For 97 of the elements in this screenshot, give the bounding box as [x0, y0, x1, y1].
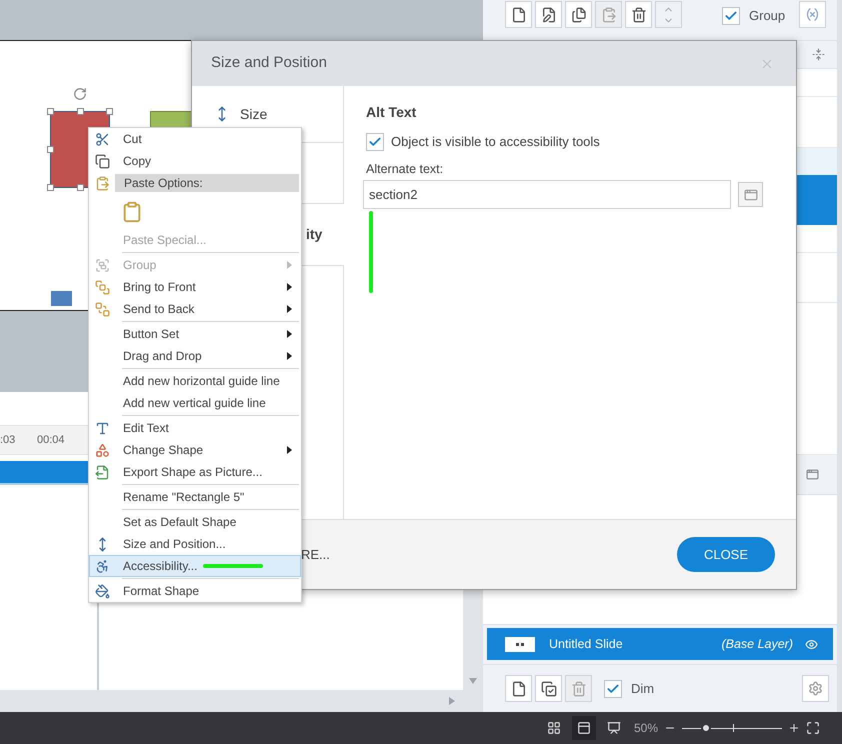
- submenu-arrow-icon: [287, 352, 292, 360]
- menu-header: Paste Options:: [115, 174, 299, 192]
- menu-item[interactable]: Bring to Front: [89, 276, 301, 298]
- scissors-icon: [95, 132, 110, 146]
- clipboard-icon: [94, 176, 110, 190]
- layer-tag: (Base Layer): [721, 634, 793, 654]
- presenter-icon: [606, 721, 621, 735]
- page-icon: [510, 680, 526, 696]
- nav-heading: ity: [306, 225, 322, 244]
- eye-icon[interactable]: [804, 638, 818, 650]
- check-icon: [368, 134, 382, 149]
- text-icon: [95, 420, 110, 436]
- resize-handle[interactable]: [47, 146, 54, 153]
- toolbar-button[interactable]: [505, 1, 532, 28]
- scroll-right-icon[interactable]: [449, 697, 455, 705]
- edit-page-icon: [540, 6, 556, 22]
- window-icon[interactable]: [806, 468, 819, 481]
- checkbox[interactable]: [366, 132, 384, 151]
- slide-view-icon: [576, 721, 591, 735]
- menu-item[interactable]: Format Shape: [89, 580, 301, 602]
- menu-item[interactable]: Drag and Drop: [89, 345, 301, 367]
- settings-button[interactable]: [802, 675, 829, 702]
- resize-handle[interactable]: [77, 184, 84, 191]
- menu-item[interactable]: Change Shape: [89, 439, 301, 461]
- field-label: Alternate text:: [366, 160, 444, 178]
- dialog-title: Size and Position: [211, 53, 327, 74]
- rotate-handle-icon[interactable]: [73, 87, 87, 101]
- submenu-arrow-icon: [287, 283, 292, 291]
- toolbar-button[interactable]: [565, 1, 592, 28]
- menu-item[interactable]: Edit Text: [89, 417, 301, 439]
- paste-icon: [600, 6, 616, 22]
- menu-item[interactable]: Rename "Rectangle 5": [89, 486, 301, 508]
- check-icon: [724, 8, 738, 23]
- checkbox-label: Group: [749, 7, 786, 25]
- resize-handle[interactable]: [77, 108, 84, 115]
- toolbar-button[interactable]: [535, 675, 562, 702]
- check-icon: [606, 682, 620, 696]
- layer-name: Untitled Slide: [549, 636, 624, 653]
- variables-button[interactable]: [799, 1, 826, 28]
- resize-handle[interactable]: [47, 184, 54, 191]
- copy-icon: [95, 154, 110, 168]
- menu-item[interactable]: Add new vertical guide line: [89, 392, 301, 414]
- time-label: 00:04: [37, 432, 65, 448]
- menu-item[interactable]: Export Shape as Picture...: [89, 461, 301, 483]
- checkbox[interactable]: [604, 680, 622, 698]
- variable-icon: [805, 7, 820, 22]
- footer-text: RE...: [301, 546, 330, 564]
- view-button[interactable]: [572, 716, 596, 740]
- duplicate-icon: [570, 6, 586, 22]
- toolbar-button[interactable]: [505, 675, 532, 702]
- time-label: :03: [0, 432, 16, 448]
- slider-thumb[interactable]: [701, 723, 711, 733]
- menu-item[interactable]: Accessibility...: [89, 555, 301, 577]
- submenu-arrow-icon: [287, 305, 292, 313]
- settings-icon: [808, 681, 823, 696]
- zoom-slider[interactable]: [682, 722, 782, 734]
- accessibility-icon: [95, 558, 110, 574]
- export-icon: [95, 464, 110, 480]
- duplicate-icon: [540, 680, 556, 696]
- checkbox-label: Object is visible to accessibility tools: [391, 133, 600, 151]
- zoom-in-icon[interactable]: [788, 722, 800, 734]
- grid-icon: [546, 721, 561, 735]
- menu-item[interactable]: Add new horizontal guide line: [89, 370, 301, 392]
- bring-to-front-icon: [95, 280, 110, 294]
- clipboard-icon: [121, 200, 143, 222]
- image-button[interactable]: [738, 182, 763, 208]
- submenu-arrow-icon: [287, 446, 292, 454]
- resize-handle[interactable]: [47, 108, 54, 115]
- checkbox-label: Dim: [631, 680, 654, 698]
- trash-icon: [630, 6, 646, 22]
- page-icon: [510, 6, 526, 22]
- zoom-level: 50%: [634, 720, 658, 737]
- close-button[interactable]: CLOSE: [677, 537, 775, 572]
- section-title: Alt Text: [366, 103, 418, 120]
- alt-text-field[interactable]: section2: [363, 180, 731, 210]
- send-to-back-icon: [95, 302, 110, 316]
- layer-row[interactable]: Untitled Slide (Base Layer): [487, 628, 833, 660]
- resize-handle[interactable]: [106, 108, 113, 115]
- submenu-arrow-icon: [287, 330, 292, 338]
- scroll-down-icon[interactable]: [469, 678, 477, 684]
- menu-item[interactable]: Copy: [89, 150, 301, 172]
- shapes-icon: [95, 442, 110, 458]
- paint-bucket-icon: [95, 584, 110, 598]
- toolbar-button[interactable]: [625, 1, 652, 28]
- collapse-icon[interactable]: [812, 48, 825, 61]
- menu-item[interactable]: Set as Default Shape: [89, 511, 301, 533]
- fit-icon[interactable]: [806, 721, 820, 735]
- menu-item[interactable]: Send to Back: [89, 298, 301, 320]
- horizontal-scrollbar[interactable]: [0, 690, 483, 712]
- slide-thumbnail: [505, 636, 535, 652]
- submenu-arrow-icon: [287, 261, 292, 269]
- checkbox[interactable]: [722, 6, 740, 25]
- toolbar-button[interactable]: [535, 1, 562, 28]
- group-icon: [95, 258, 110, 272]
- menu-item[interactable]: Size and Position...: [89, 533, 301, 555]
- menu-item[interactable]: Button Set: [89, 323, 301, 345]
- trash-icon: [570, 680, 586, 696]
